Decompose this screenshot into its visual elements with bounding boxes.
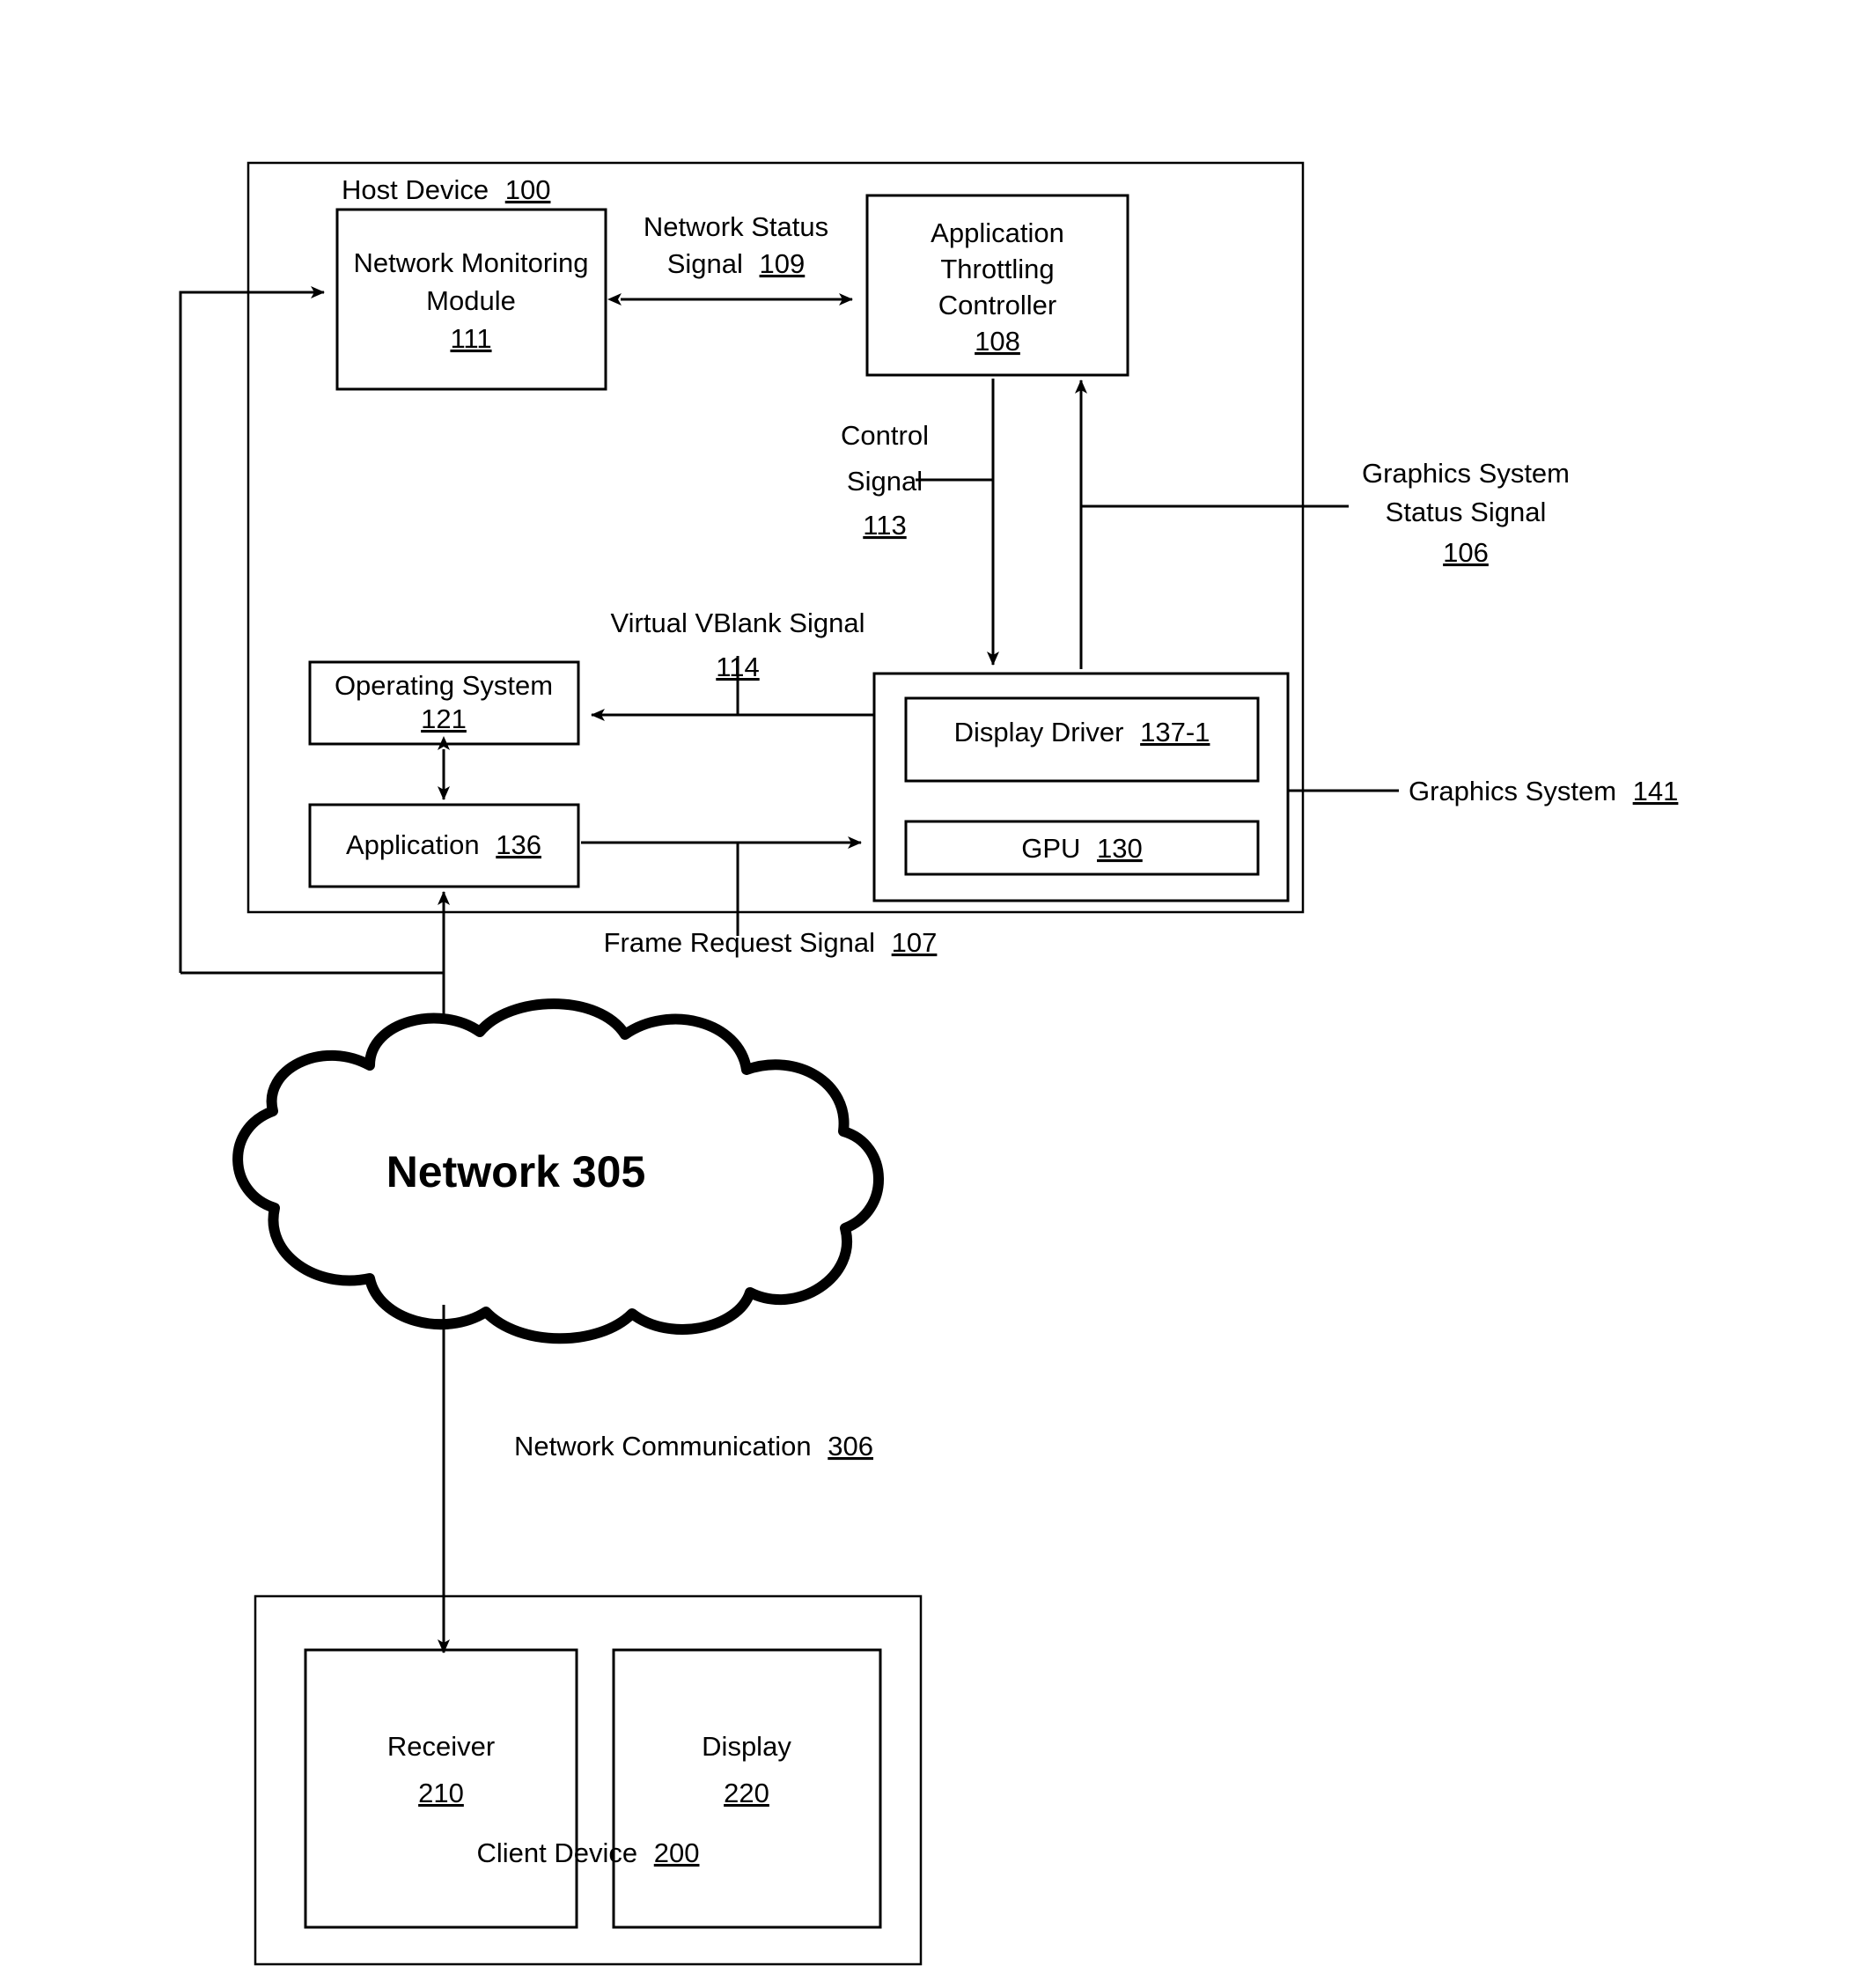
network-status-signal-line1: Network Status bbox=[644, 211, 828, 242]
operating-system-label: Operating System bbox=[335, 670, 553, 701]
client-device-container bbox=[254, 1594, 923, 1966]
network-status-signal-line2: Signal 109 bbox=[667, 248, 806, 279]
application-throttling-controller-line1: Application bbox=[931, 217, 1064, 248]
gpu-label: GPU 130 bbox=[1021, 833, 1143, 864]
network-feedback-path-outer bbox=[179, 286, 325, 973]
host-device-label: Host Device 100 bbox=[342, 174, 550, 205]
graphics-system-status-line1: Graphics System bbox=[1362, 458, 1570, 489]
graphics-system-container bbox=[872, 672, 1290, 902]
control-signal-line1: Control bbox=[841, 420, 929, 451]
network-monitoring-module-ref: 111 bbox=[450, 323, 491, 354]
application-throttling-controller-ref: 108 bbox=[975, 326, 1020, 357]
graphics-system-status-line2: Status Signal bbox=[1386, 497, 1547, 527]
receiver-ref: 210 bbox=[418, 1778, 464, 1808]
diagram-canvas: Host Device 100 Network Monitoring Modul… bbox=[179, 161, 1678, 1966]
display-label: Display bbox=[702, 1731, 791, 1762]
network-monitoring-module-line1: Network Monitoring bbox=[353, 247, 588, 278]
graphics-system-label: Graphics System 141 bbox=[1409, 776, 1678, 806]
network-cloud-label: Network 305 bbox=[386, 1147, 646, 1197]
client-device-label: Client Device 200 bbox=[477, 1837, 700, 1868]
control-signal-ref: 113 bbox=[863, 510, 906, 541]
graphics-system-status-ref: 106 bbox=[1443, 537, 1489, 568]
display-driver-label: Display Driver 137-1 bbox=[954, 717, 1210, 747]
application-throttling-controller-line2: Throttling bbox=[940, 254, 1054, 284]
application-label: Application 136 bbox=[346, 829, 541, 860]
virtual-vblank-ref: 114 bbox=[716, 652, 759, 682]
display-ref: 220 bbox=[724, 1778, 769, 1808]
patent-figure: Host Device 100 Network Monitoring Modul… bbox=[0, 0, 1876, 1966]
frame-request-signal-label: Frame Request Signal 107 bbox=[604, 927, 938, 958]
operating-system-ref: 121 bbox=[421, 703, 467, 734]
control-signal-line2: Signal bbox=[847, 466, 923, 497]
receiver-label: Receiver bbox=[387, 1731, 495, 1762]
virtual-vblank-label: Virtual VBlank Signal bbox=[611, 607, 865, 638]
network-communication-label: Network Communication 306 bbox=[514, 1431, 873, 1462]
application-throttling-controller-line3: Controller bbox=[938, 290, 1056, 320]
network-monitoring-module-line2: Module bbox=[426, 285, 516, 316]
